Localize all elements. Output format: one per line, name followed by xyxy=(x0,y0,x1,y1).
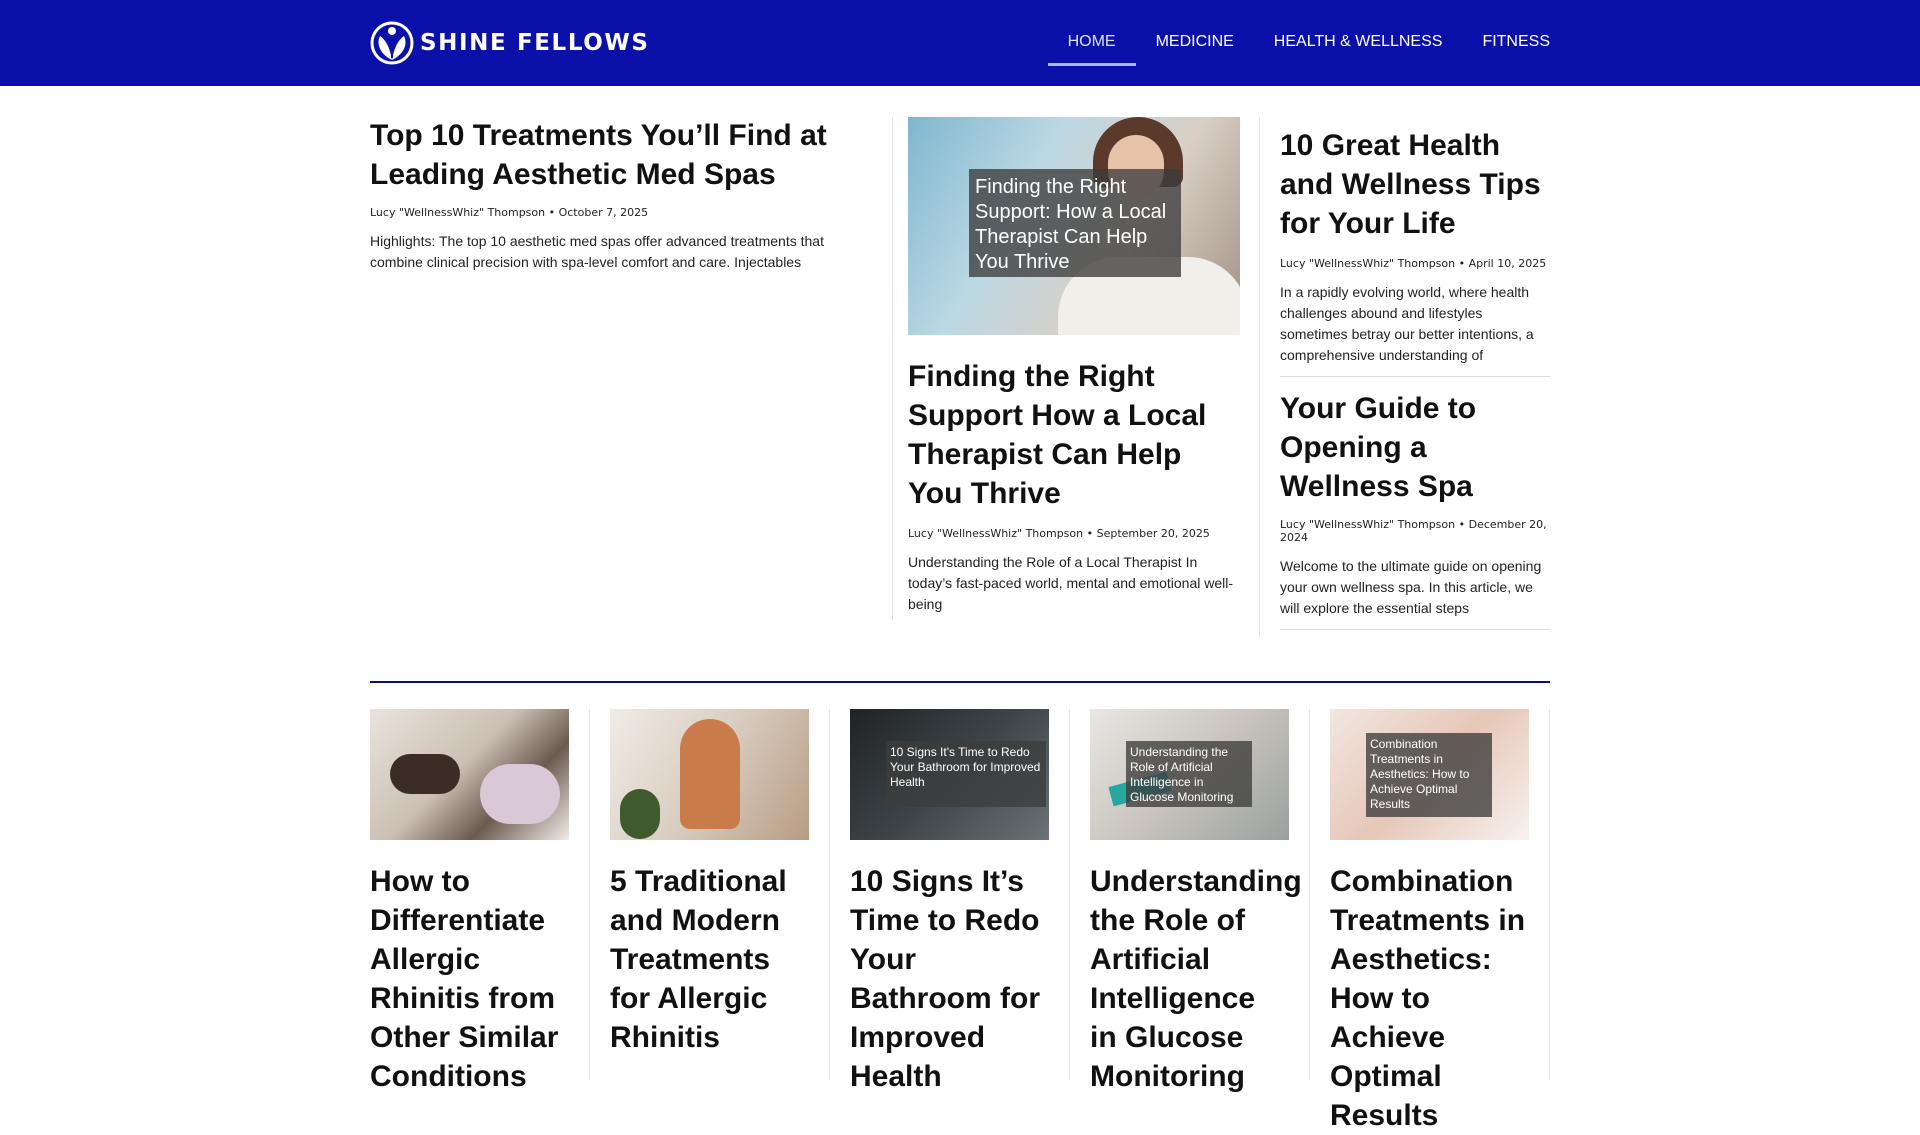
thumbnail-caption: Understanding the Role of Artificial Int… xyxy=(1126,741,1252,807)
thumbnail-caption: 10 Signs It's Time to Redo Your Bathroom… xyxy=(886,741,1046,807)
featured-article-left: Top 10 Treatments You’ll Find at Leading… xyxy=(370,116,840,273)
leaf-person-logo-icon xyxy=(370,21,414,65)
article-card: 10 Signs It's Time to Redo Your Bathroom… xyxy=(850,709,1049,1096)
article-card: How to Differentiate Allergic Rhinitis f… xyxy=(370,709,569,1096)
article-excerpt: Welcome to the ultimate guide on opening… xyxy=(1280,558,1542,616)
nav-item-medicine[interactable]: MEDICINE xyxy=(1136,0,1254,86)
featured-article-middle: Finding the Right Support: How a Local T… xyxy=(908,117,1240,615)
column-divider xyxy=(892,117,893,620)
article-thumbnail[interactable]: Understanding the Role of Artificial Int… xyxy=(1090,709,1289,840)
article-title[interactable]: 5 Traditional and Modern Treatments for … xyxy=(610,862,809,1057)
article-meta: Lucy "WellnessWhiz" Thompson • September… xyxy=(908,527,1210,540)
image-hair xyxy=(680,719,740,829)
article-title[interactable]: Top 10 Treatments You’ll Find at Leading… xyxy=(370,116,840,194)
article-title[interactable]: Finding the Right Support How a Local Th… xyxy=(908,357,1240,513)
article-title[interactable]: 10 Great Health and Wellness Tips for Yo… xyxy=(1280,126,1550,243)
image-pillow xyxy=(480,764,560,824)
site-name: SHINE FELLOWS xyxy=(420,30,650,56)
article-title[interactable]: How to Differentiate Allergic Rhinitis f… xyxy=(370,862,569,1096)
list-item: Your Guide to Opening a Wellness Spa Luc… xyxy=(1280,389,1550,630)
article-meta: Lucy "WellnessWhiz" Thompson • October 7… xyxy=(370,206,649,219)
article-thumbnail[interactable]: 10 Signs It's Time to Redo Your Bathroom… xyxy=(850,709,1049,840)
thumbnail-caption: Combination Treatments in Aesthetics: Ho… xyxy=(1366,733,1492,817)
list-divider xyxy=(1280,376,1550,377)
article-thumbnail[interactable] xyxy=(610,709,809,840)
list-item: 10 Great Health and Wellness Tips for Yo… xyxy=(1280,126,1550,377)
column-divider xyxy=(829,709,830,1080)
article-card: Combination Treatments in Aesthetics: Ho… xyxy=(1330,709,1529,1135)
column-divider xyxy=(1309,709,1310,1080)
column-divider xyxy=(1069,709,1070,1080)
featured-articles-right: 10 Great Health and Wellness Tips for Yo… xyxy=(1280,126,1550,630)
article-card: Understanding the Role of Artificial Int… xyxy=(1090,709,1302,1096)
article-card: 5 Traditional and Modern Treatments for … xyxy=(610,709,809,1057)
article-title[interactable]: Combination Treatments in Aesthetics: Ho… xyxy=(1330,862,1529,1135)
article-thumbnail[interactable]: Finding the Right Support: How a Local T… xyxy=(908,117,1240,335)
thumbnail-caption: Finding the Right Support: How a Local T… xyxy=(969,169,1181,277)
article-title[interactable]: Your Guide to Opening a Wellness Spa xyxy=(1280,389,1550,506)
nav-item-health-wellness[interactable]: HEALTH & WELLNESS xyxy=(1254,0,1463,86)
image-hair xyxy=(390,754,460,794)
site-logo[interactable]: SHINE FELLOWS xyxy=(370,20,650,66)
article-excerpt: In a rapidly evolving world, where healt… xyxy=(1280,284,1534,363)
article-excerpt: Highlights: The top 10 aesthetic med spa… xyxy=(370,233,824,270)
article-title[interactable]: 10 Signs It’s Time to Redo Your Bathroom… xyxy=(850,862,1049,1096)
article-meta: Lucy "WellnessWhiz" Thompson • December … xyxy=(1280,518,1547,544)
article-excerpt: Understanding the Role of a Local Therap… xyxy=(908,554,1234,612)
column-divider xyxy=(589,709,590,1080)
image-plant xyxy=(620,789,660,839)
site-header: SHINE FELLOWS HOME MEDICINE HEALTH & WEL… xyxy=(0,0,1920,86)
list-divider xyxy=(1280,629,1550,630)
nav-item-home[interactable]: HOME xyxy=(1047,0,1136,86)
article-meta: Lucy "WellnessWhiz" Thompson • April 10,… xyxy=(1280,257,1547,270)
main-nav: HOME MEDICINE HEALTH & WELLNESS FITNESS xyxy=(1047,0,1570,86)
column-divider xyxy=(1549,709,1550,1080)
section-divider xyxy=(370,681,1550,683)
column-divider xyxy=(1259,117,1260,637)
nav-item-fitness[interactable]: FITNESS xyxy=(1462,0,1570,86)
article-thumbnail[interactable] xyxy=(370,709,569,840)
article-thumbnail[interactable]: Combination Treatments in Aesthetics: Ho… xyxy=(1330,709,1529,840)
article-title[interactable]: Understanding the Role of Artificial Int… xyxy=(1090,862,1302,1096)
